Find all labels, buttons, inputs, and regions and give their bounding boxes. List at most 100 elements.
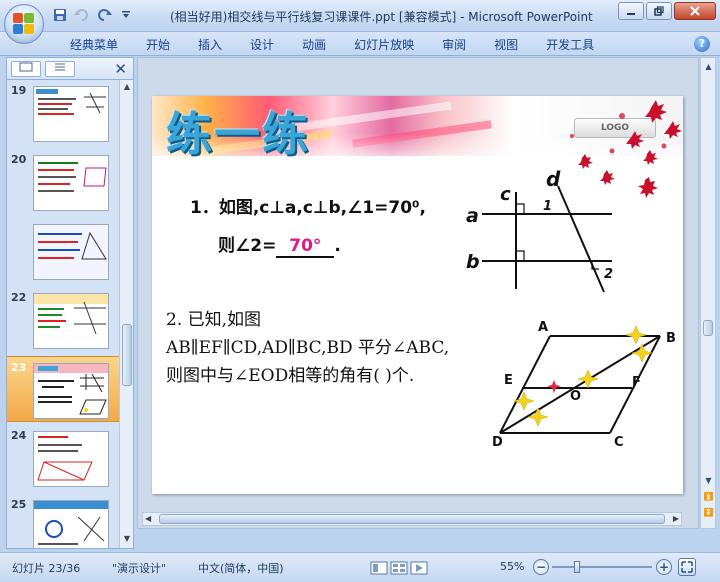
label-angle-1: 1 — [543, 199, 552, 214]
pane-tabs: ✕ — [7, 58, 133, 80]
status-bar: 幻灯片 23/36 "演示设计" 中文(简体，中国) 55% − + — [0, 552, 720, 582]
slide-editor: 练一练 LOGO 1．如图,c⊥a,c⊥b,∠1=70⁰, 则∠2=70°. — [137, 57, 699, 529]
tab-slideshow[interactable]: 幻灯片放映 — [340, 36, 428, 54]
scroll-up-icon[interactable]: ▲ — [121, 82, 133, 94]
figure-parallelogram: A B E F O D C — [492, 320, 676, 448]
office-button[interactable] — [4, 4, 44, 44]
next-slide-icon[interactable]: ⏬ — [702, 506, 715, 520]
thumbnail-slide-22[interactable]: 22 — [7, 287, 119, 353]
label-B: B — [666, 331, 676, 346]
ribbon-tabs: 经典菜单 开始 插入 设计 动画 幻灯片放映 审阅 视图 开发工具 ? — [0, 32, 720, 56]
question-1-prefix: 则∠2= — [218, 236, 277, 256]
customize-dropdown-icon[interactable] — [118, 7, 134, 23]
slide-number: 22 — [11, 291, 27, 304]
slide-thumbnail — [33, 293, 109, 349]
figure-perpendicular-lines: c d a b 1 2 — [466, 167, 613, 293]
previous-slide-icon[interactable]: ⏫ — [702, 490, 715, 504]
label-d: d — [546, 167, 561, 191]
horizontal-scrollbar[interactable]: ◀ ▶ — [142, 512, 682, 526]
quick-access-toolbar — [52, 7, 134, 23]
thumbnail-scrollbar[interactable]: ▲ ▼ — [119, 80, 133, 548]
horizontal-scrollbar-thumb[interactable] — [159, 514, 665, 524]
label-E: E — [504, 373, 513, 388]
slide-number: 20 — [11, 153, 27, 166]
thumbnail-slide-23[interactable]: 23 — [7, 356, 119, 422]
slide-thumbnail — [33, 500, 109, 548]
view-buttons[interactable] — [370, 561, 428, 575]
question-1-suffix: . — [334, 236, 341, 256]
tab-home[interactable]: 开始 — [132, 36, 184, 54]
outline-tab[interactable] — [45, 61, 75, 77]
question-1-line-1: 1．如图,c⊥a,c⊥b,∠1=70⁰, — [190, 198, 426, 218]
save-icon[interactable] — [52, 7, 68, 23]
slide-scrollbar-thumb[interactable] — [703, 320, 713, 336]
tab-animation[interactable]: 动画 — [288, 36, 340, 54]
slide-thumbnail — [33, 224, 109, 280]
slide-thumbnail — [33, 363, 109, 419]
language-indicator[interactable]: 中文(简体，中国) — [198, 560, 284, 576]
question-1-line-2: 则∠2= 70°. — [218, 231, 341, 258]
tab-classic-menu[interactable]: 经典菜单 — [56, 36, 132, 54]
slide-counter: 幻灯片 23/36 — [12, 562, 81, 575]
undo-icon[interactable] — [74, 7, 90, 23]
redo-icon[interactable] — [96, 7, 112, 23]
label-angle-2: 2 — [604, 267, 613, 282]
label-a: a — [466, 205, 479, 227]
thumbnail-slide-20[interactable]: 20 — [7, 149, 119, 215]
red-star-marker — [547, 380, 561, 393]
title-bar: (相当好用)相交线与平行线复习课课件.ppt [兼容模式] - Microsof… — [0, 0, 720, 32]
label-F: F — [632, 375, 641, 390]
zoom-slider[interactable] — [552, 561, 652, 573]
zoom-slider-knob[interactable] — [574, 561, 580, 573]
answer-blank: 70° — [276, 236, 335, 258]
tab-review[interactable]: 审阅 — [428, 36, 480, 54]
fit-to-window-icon[interactable] — [678, 558, 696, 576]
zoom-in-icon[interactable]: + — [656, 559, 672, 575]
scroll-left-icon[interactable]: ◀ — [145, 514, 151, 523]
zoom-out-icon[interactable]: − — [533, 559, 549, 575]
question-2: 2. 已知,如图 AB∥EF∥CD,AD∥BC,BD 平分∠ABC, 则图中与∠… — [166, 306, 449, 390]
question-2-line-1: 2. 已知,如图 — [166, 310, 262, 330]
office-logo-icon — [13, 13, 35, 35]
slide-number: 24 — [11, 429, 27, 442]
question-2-line-3: 则图中与∠EOD相等的角有( )个. — [166, 366, 415, 386]
slides-panel: ✕ 19 20 22 23 24 25 ▲ ▼ — [6, 57, 134, 549]
label-b: b — [466, 251, 480, 273]
label-O: O — [570, 389, 581, 404]
theme-name: "演示设计" — [112, 562, 167, 575]
thumbnail-list: 19 20 22 23 24 25 — [7, 80, 119, 548]
zoom-level[interactable]: 55% — [500, 560, 524, 573]
scroll-up-icon[interactable]: ▲ — [702, 60, 715, 74]
thumbnail-slide-25[interactable]: 25 — [7, 494, 119, 548]
scroll-down-icon[interactable]: ▼ — [121, 534, 133, 546]
tab-design[interactable]: 设计 — [236, 36, 288, 54]
tab-view[interactable]: 视图 — [480, 36, 532, 54]
close-pane-icon[interactable]: ✕ — [114, 60, 127, 78]
slide-number: 19 — [11, 84, 27, 97]
label-D: D — [492, 435, 503, 448]
label-C: C — [614, 435, 624, 448]
thumbnail-slide-19[interactable]: 19 — [7, 80, 119, 146]
scroll-down-icon[interactable]: ▼ — [702, 474, 715, 488]
slide-number: 25 — [11, 498, 27, 511]
restore-button[interactable] — [646, 2, 672, 20]
thumbnail-slide-21[interactable]: 21 — [7, 218, 119, 284]
slide-thumbnail — [33, 431, 109, 487]
current-slide[interactable]: 练一练 LOGO 1．如图,c⊥a,c⊥b,∠1=70⁰, 则∠2=70°. — [152, 96, 683, 494]
slide-vertical-scrollbar[interactable]: ▲ ▼ ⏫ ⏬ — [700, 57, 716, 529]
help-icon[interactable]: ? — [694, 36, 710, 52]
close-button[interactable] — [674, 2, 716, 20]
maple-leaf-icon — [638, 177, 658, 198]
scrollbar-thumb[interactable] — [122, 324, 132, 386]
tab-developer[interactable]: 开发工具 — [532, 36, 608, 54]
label-c: c — [500, 184, 511, 205]
tab-insert[interactable]: 插入 — [184, 36, 236, 54]
slide-number: 23 — [11, 361, 27, 374]
slide-title: 练一练 — [166, 107, 310, 161]
scroll-right-icon[interactable]: ▶ — [673, 514, 679, 523]
minimize-button[interactable] — [618, 2, 644, 20]
slide-thumbnail — [33, 155, 109, 211]
thumbnail-slide-24[interactable]: 24 — [7, 425, 119, 491]
question-2-line-2: AB∥EF∥CD,AD∥BC,BD 平分∠ABC, — [166, 338, 450, 358]
slides-tab[interactable] — [11, 61, 41, 77]
